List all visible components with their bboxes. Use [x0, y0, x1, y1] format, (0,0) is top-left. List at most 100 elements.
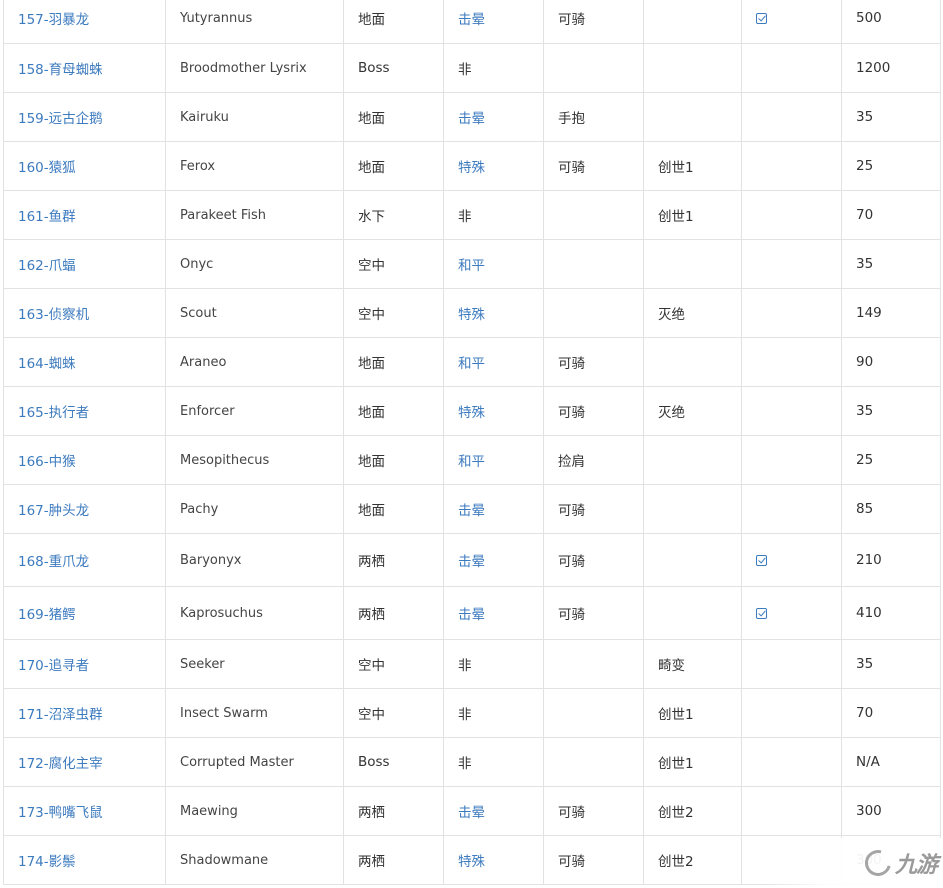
creature-habitat: 地面 [343, 484, 444, 534]
creature-mount [543, 688, 644, 738]
creature-english-name: Enforcer [165, 386, 344, 436]
creature-id-name[interactable]: 170-追寻者 [3, 639, 166, 689]
table-row: 171-沼泽虫群 Insect Swarm 空中 非 创世1 70 [3, 688, 941, 738]
creature-english-name: Kaprosuchus [165, 586, 344, 640]
creature-english-name: Parakeet Fish [165, 190, 344, 240]
creature-temperament[interactable]: 击晕 [443, 533, 544, 587]
creature-dlc: 创世1 [643, 688, 742, 738]
creature-temperament[interactable]: 特殊 [443, 141, 544, 191]
creature-english-name: Corrupted Master [165, 737, 344, 787]
table-row: 160-猿狐 Ferox 地面 特殊 可骑 创世1 25 [3, 141, 941, 191]
creature-weight: 500 [841, 0, 941, 44]
creature-dlc [643, 435, 742, 485]
creature-dlc [643, 92, 742, 142]
creature-temperament[interactable]: 击晕 [443, 0, 544, 44]
creature-temperament[interactable]: 和平 [443, 239, 544, 289]
creature-weight: 210 [841, 533, 941, 587]
creature-id-name[interactable]: 164-蜘蛛 [3, 337, 166, 387]
table-row: 164-蜘蛛 Araneo 地面 和平 可骑 90 [3, 337, 941, 387]
creature-check-cell [741, 639, 842, 689]
creature-habitat: 地面 [343, 435, 444, 485]
creature-id-name[interactable]: 174-影鬃 [3, 835, 166, 885]
creature-habitat: 地面 [343, 386, 444, 436]
creature-english-name: Onyc [165, 239, 344, 289]
creature-english-name: Insect Swarm [165, 688, 344, 738]
creature-check-cell [741, 92, 842, 142]
table-row: 170-追寻者 Seeker 空中 非 畸变 35 [3, 639, 941, 689]
creature-temperament[interactable]: 击晕 [443, 92, 544, 142]
creature-check-cell [741, 688, 842, 738]
creature-dlc [643, 484, 742, 534]
creature-id-name[interactable]: 166-中猴 [3, 435, 166, 485]
creature-english-name: Maewing [165, 786, 344, 836]
creature-id-name[interactable]: 161-鱼群 [3, 190, 166, 240]
creature-dlc: 畸变 [643, 639, 742, 689]
creature-id-name[interactable]: 167-肿头龙 [3, 484, 166, 534]
creature-dlc [643, 0, 742, 44]
creature-check-cell [741, 141, 842, 191]
table-row: 173-鸭嘴飞鼠 Maewing 两栖 击晕 可骑 创世2 300 [3, 786, 941, 836]
creature-dlc: 创世1 [643, 141, 742, 191]
creature-mount: 可骑 [543, 533, 644, 587]
creature-mount [543, 190, 644, 240]
creature-temperament[interactable]: 特殊 [443, 386, 544, 436]
table-row: 168-重爪龙 Baryonyx 两栖 击晕 可骑 210 [3, 533, 941, 587]
creature-weight: 35 [841, 386, 941, 436]
creature-habitat: 两栖 [343, 786, 444, 836]
creature-habitat: 水下 [343, 190, 444, 240]
creature-weight: 300 [841, 786, 941, 836]
creature-temperament[interactable]: 特殊 [443, 835, 544, 885]
creature-weight: 85 [841, 484, 941, 534]
creature-id-name[interactable]: 171-沼泽虫群 [3, 688, 166, 738]
creature-temperament[interactable]: 和平 [443, 337, 544, 387]
creature-id-name[interactable]: 172-腐化主宰 [3, 737, 166, 787]
creature-dlc [643, 337, 742, 387]
creature-habitat: 两栖 [343, 533, 444, 587]
creature-temperament[interactable]: 击晕 [443, 586, 544, 640]
creature-temperament[interactable]: 击晕 [443, 786, 544, 836]
creature-temperament[interactable]: 和平 [443, 435, 544, 485]
creature-id-name[interactable]: 169-猪鳄 [3, 586, 166, 640]
creature-temperament: 非 [443, 639, 544, 689]
creature-id-name[interactable]: 165-执行者 [3, 386, 166, 436]
creature-mount: 可骑 [543, 337, 644, 387]
creature-mount: 可骑 [543, 484, 644, 534]
creature-check-cell [741, 737, 842, 787]
creature-id-name[interactable]: 173-鸭嘴飞鼠 [3, 786, 166, 836]
creature-id-name[interactable]: 162-爪蝠 [3, 239, 166, 289]
creature-id-name[interactable]: 163-侦察机 [3, 288, 166, 338]
creature-table-body: 157-羽暴龙 Yutyrannus 地面 击晕 可骑 500 158-育母蜘蛛… [3, 0, 941, 885]
creature-id-name[interactable]: 157-羽暴龙 [3, 0, 166, 44]
table-row: 163-侦察机 Scout 空中 特殊 灭绝 149 [3, 288, 941, 338]
creature-temperament[interactable]: 击晕 [443, 484, 544, 534]
creature-id-name[interactable]: 159-远古企鹅 [3, 92, 166, 142]
creature-english-name: Kairuku [165, 92, 344, 142]
creature-weight: 25 [841, 435, 941, 485]
creature-dlc: 灭绝 [643, 386, 742, 436]
creature-check-cell [741, 337, 842, 387]
creature-check-cell [741, 288, 842, 338]
creature-temperament[interactable]: 特殊 [443, 288, 544, 338]
creature-habitat: 地面 [343, 337, 444, 387]
checkbox-checked-icon [756, 12, 767, 24]
creature-habitat: 地面 [343, 92, 444, 142]
creature-weight: 410 [841, 586, 941, 640]
creature-dlc [643, 586, 742, 640]
creature-english-name: Baryonyx [165, 533, 344, 587]
checkbox-checked-icon [756, 607, 767, 619]
creature-mount: 可骑 [543, 0, 644, 44]
creature-weight: N/A [841, 737, 941, 787]
creature-id-name[interactable]: 160-猿狐 [3, 141, 166, 191]
creature-mount: 手抱 [543, 92, 644, 142]
table-row: 172-腐化主宰 Corrupted Master Boss 非 创世1 N/A [3, 737, 941, 787]
creature-mount: 可骑 [543, 786, 644, 836]
creature-mount [543, 239, 644, 289]
creature-dlc [643, 239, 742, 289]
creature-english-name: Araneo [165, 337, 344, 387]
creature-id-name[interactable]: 158-育母蜘蛛 [3, 43, 166, 93]
creature-habitat: 两栖 [343, 586, 444, 640]
creature-habitat: Boss [343, 737, 444, 787]
creature-temperament: 非 [443, 43, 544, 93]
creature-english-name: Pachy [165, 484, 344, 534]
creature-id-name[interactable]: 168-重爪龙 [3, 533, 166, 587]
